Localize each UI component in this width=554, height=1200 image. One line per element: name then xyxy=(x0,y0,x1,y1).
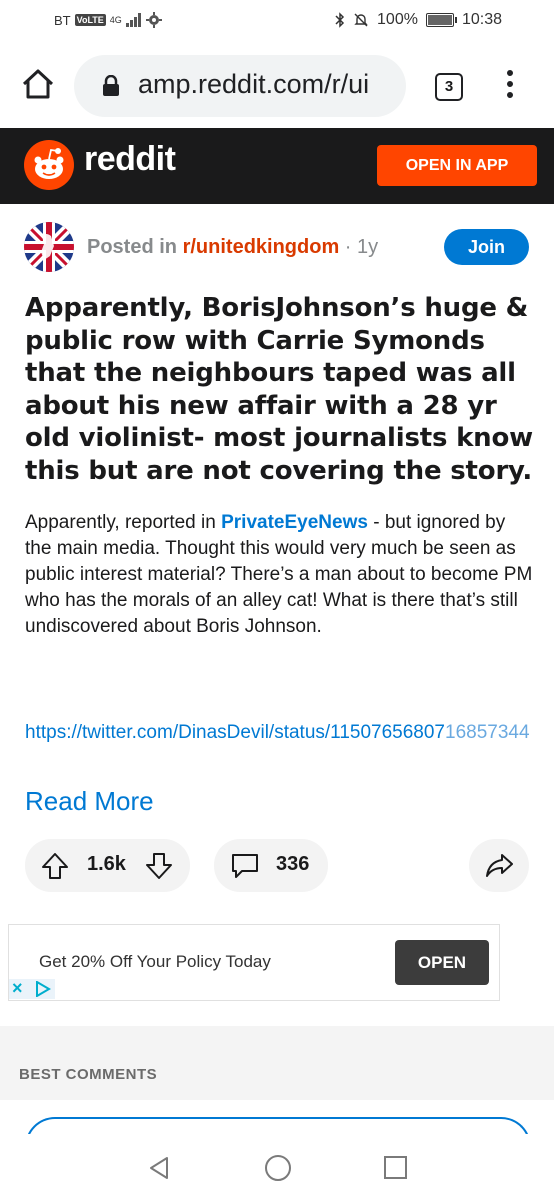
twitter-link-rest[interactable]: 16857344 xyxy=(445,722,530,743)
browser-toolbar: amp.reddit.com/r/ui 3 xyxy=(0,44,554,128)
twitter-link[interactable]: https://twitter.com/DinasDevil/status/11… xyxy=(25,719,535,746)
downvote-icon[interactable] xyxy=(145,852,173,880)
join-button[interactable]: Join xyxy=(444,229,529,265)
vote-count: 1.6k xyxy=(87,853,126,875)
tab-switcher-button[interactable]: 3 xyxy=(435,73,463,101)
share-arrow-icon xyxy=(486,854,513,877)
private-eye-news-link[interactable]: PrivateEyeNews xyxy=(221,512,368,533)
battery-percent: 100% xyxy=(377,11,418,28)
upvote-icon[interactable] xyxy=(41,852,69,880)
best-comments-heading: BEST COMMENTS xyxy=(19,1066,158,1083)
address-bar[interactable]: amp.reddit.com/r/ui xyxy=(74,55,406,117)
reddit-header: reddit OPEN IN APP xyxy=(0,128,554,204)
post-body: Apparently, reported in PrivateEyeNews -… xyxy=(25,510,535,640)
ad-close-icon[interactable]: × xyxy=(12,978,23,999)
status-left: BT VoLTE 4G xyxy=(54,12,162,28)
clock: 10:38 xyxy=(461,11,502,28)
mute-bell-icon xyxy=(354,13,368,27)
settings-gear-icon xyxy=(145,12,162,28)
signal-icon xyxy=(125,13,141,27)
body-text-prefix: Apparently, reported in xyxy=(25,512,222,533)
reddit-wordmark[interactable]: reddit xyxy=(84,140,176,179)
posted-in-label: Posted in xyxy=(87,236,183,258)
share-button[interactable] xyxy=(469,839,529,892)
back-triangle-icon[interactable] xyxy=(148,1156,170,1180)
url-text[interactable]: amp.reddit.com/r/ui xyxy=(138,69,369,100)
recents-square-icon[interactable] xyxy=(384,1156,407,1179)
home-icon[interactable] xyxy=(20,66,56,102)
ad-text[interactable]: Get 20% Off Your Policy Today xyxy=(39,952,271,972)
adchoices-icon[interactable] xyxy=(35,981,51,997)
post-meta: Posted in r/unitedkingdom · 1y xyxy=(87,236,378,259)
home-circle-icon[interactable] xyxy=(265,1155,291,1181)
post-age: · 1y xyxy=(339,236,379,258)
post-title[interactable]: Apparently, BorisJohnson’s huge & public… xyxy=(25,292,535,487)
adchoices-badge[interactable]: × xyxy=(9,978,55,999)
browser-menu-icon[interactable] xyxy=(500,70,520,104)
open-in-app-button[interactable]: OPEN IN APP xyxy=(377,145,537,186)
bluetooth-icon xyxy=(335,12,345,28)
battery-icon xyxy=(425,13,457,27)
status-bar: BT VoLTE 4G 100% 10:38 xyxy=(0,0,554,44)
status-right: 100% 10:38 xyxy=(335,11,502,29)
network-label: 4G xyxy=(109,15,122,25)
ad-open-button[interactable]: OPEN xyxy=(395,940,489,985)
comments-header-band xyxy=(0,1026,554,1100)
comment-count: 336 xyxy=(276,853,310,875)
read-more-link[interactable]: Read More xyxy=(25,786,154,817)
volte-badge: VoLTE xyxy=(74,14,106,26)
comments-button[interactable]: 336 xyxy=(214,839,328,892)
vote-pill: 1.6k xyxy=(25,839,190,892)
lock-icon xyxy=(103,75,119,96)
subreddit-avatar[interactable] xyxy=(24,222,74,272)
ad-banner[interactable]: Get 20% Off Your Policy Today OPEN × xyxy=(8,924,500,1001)
subreddit-link[interactable]: r/unitedkingdom xyxy=(183,236,340,258)
union-jack-icon xyxy=(24,222,74,272)
android-nav-bar xyxy=(0,1134,554,1200)
twitter-link-main[interactable]: https://twitter.com/DinasDevil/status/11… xyxy=(25,722,445,743)
reddit-snoo-logo-icon[interactable] xyxy=(24,140,74,190)
carrier-label: BT xyxy=(54,12,71,28)
comment-bubble-icon xyxy=(232,854,258,878)
